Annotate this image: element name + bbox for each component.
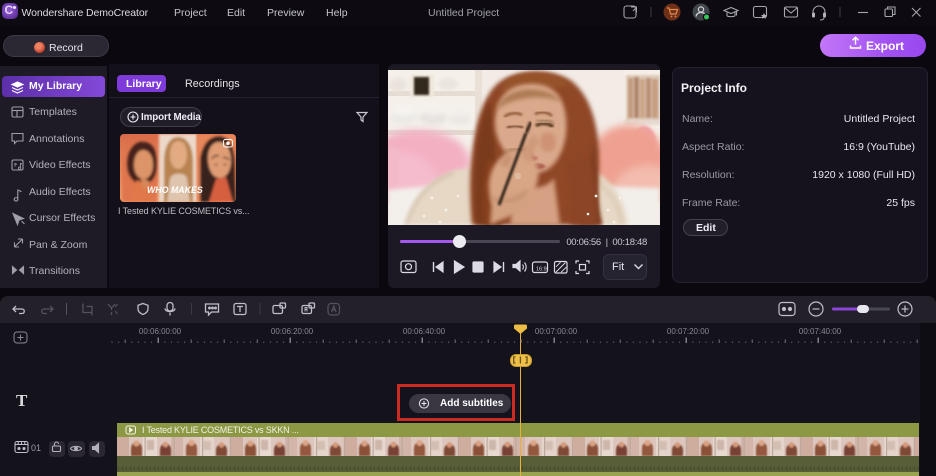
svg-text:WHO MAKES: WHO MAKES xyxy=(147,185,203,195)
